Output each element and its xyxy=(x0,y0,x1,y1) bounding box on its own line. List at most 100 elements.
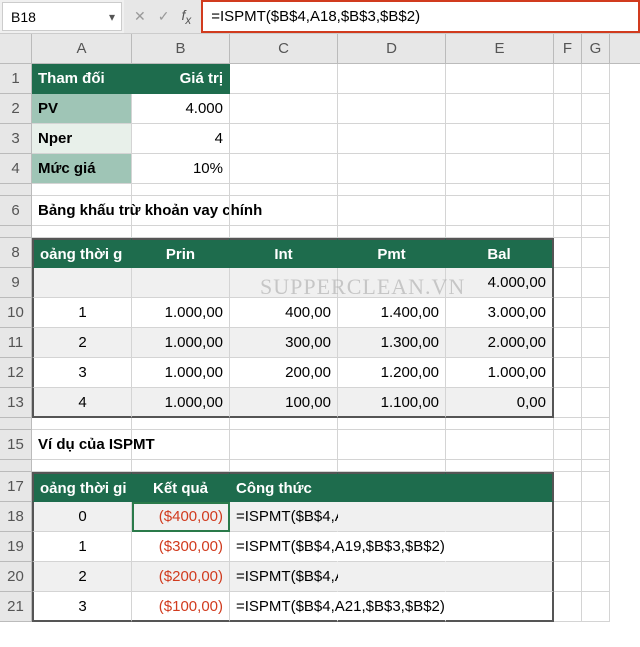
cell[interactable] xyxy=(230,430,338,460)
cell[interactable]: 1.000,00 xyxy=(132,358,230,388)
cell[interactable] xyxy=(338,592,446,622)
cell[interactable] xyxy=(446,94,554,124)
cell[interactable] xyxy=(446,124,554,154)
cell[interactable]: Nper xyxy=(32,124,132,154)
row-header[interactable]: 15 xyxy=(0,430,32,460)
cell[interactable] xyxy=(446,502,554,532)
cell[interactable]: 200,00 xyxy=(230,358,338,388)
cell[interactable] xyxy=(338,154,446,184)
cell[interactable] xyxy=(132,184,230,196)
cell[interactable] xyxy=(446,184,554,196)
cell[interactable] xyxy=(132,430,230,460)
cell[interactable] xyxy=(338,184,446,196)
fx-icon[interactable]: fx xyxy=(181,7,191,27)
row-header[interactable]: 9 xyxy=(0,268,32,298)
cell[interactable] xyxy=(582,418,610,430)
cell[interactable] xyxy=(582,532,610,562)
row-header[interactable]: 1 xyxy=(0,64,32,94)
col-header-F[interactable]: F xyxy=(554,34,582,63)
cell[interactable]: 4 xyxy=(132,124,230,154)
cell[interactable] xyxy=(230,460,338,472)
cell[interactable] xyxy=(554,328,582,358)
name-box[interactable]: B18 xyxy=(2,2,122,31)
cell[interactable]: 1.000,00 xyxy=(446,358,554,388)
cancel-icon[interactable]: ✕ xyxy=(134,8,146,25)
cell[interactable] xyxy=(554,358,582,388)
cell[interactable] xyxy=(446,532,554,562)
cell[interactable]: 10% xyxy=(132,154,230,184)
cell[interactable] xyxy=(582,154,610,184)
cell[interactable] xyxy=(554,196,582,226)
cell[interactable]: 400,00 xyxy=(230,298,338,328)
cell[interactable] xyxy=(338,124,446,154)
cell[interactable]: 2 xyxy=(32,328,132,358)
cell[interactable]: 3 xyxy=(32,592,132,622)
cell[interactable] xyxy=(132,268,230,298)
cell[interactable] xyxy=(230,94,338,124)
cell[interactable] xyxy=(338,532,446,562)
section-title[interactable]: Bảng khấu trừ khoản vay chính xyxy=(32,196,132,226)
cell[interactable] xyxy=(554,562,582,592)
cell[interactable]: 3.000,00 xyxy=(446,298,554,328)
cell[interactable]: 1.000,00 xyxy=(132,388,230,418)
col-header-G[interactable]: G xyxy=(582,34,610,63)
cell[interactable]: Int xyxy=(230,238,338,268)
cell[interactable]: ($200,00) xyxy=(132,562,230,592)
row-header[interactable]: 18 xyxy=(0,502,32,532)
cell[interactable] xyxy=(338,94,446,124)
row-header[interactable]: 2 xyxy=(0,94,32,124)
cell[interactable]: =ISPMT($B$4,A21,$B$3,$B$2) xyxy=(230,592,338,622)
cell[interactable] xyxy=(554,94,582,124)
cell[interactable]: Pmt xyxy=(338,238,446,268)
cell[interactable]: 1.000,00 xyxy=(132,328,230,358)
cell[interactable] xyxy=(554,502,582,532)
cell[interactable] xyxy=(446,226,554,238)
row-header[interactable]: 4 xyxy=(0,154,32,184)
cell[interactable] xyxy=(230,184,338,196)
cell[interactable]: 0 xyxy=(32,502,132,532)
cell[interactable]: 4.000 xyxy=(132,94,230,124)
cell[interactable] xyxy=(230,154,338,184)
cell[interactable] xyxy=(554,592,582,622)
cell[interactable] xyxy=(32,460,132,472)
row-header[interactable] xyxy=(0,418,32,430)
cell[interactable] xyxy=(554,532,582,562)
cell[interactable] xyxy=(554,124,582,154)
row-header[interactable]: 19 xyxy=(0,532,32,562)
cell[interactable] xyxy=(446,64,554,94)
cell[interactable] xyxy=(230,196,338,226)
cell[interactable]: Mức giá xyxy=(32,154,132,184)
cell[interactable]: 1.000,00 xyxy=(132,298,230,328)
cell[interactable]: 1.400,00 xyxy=(338,298,446,328)
cell[interactable] xyxy=(582,298,610,328)
cell[interactable] xyxy=(582,592,610,622)
cell[interactable] xyxy=(338,64,446,94)
row-header[interactable]: 10 xyxy=(0,298,32,328)
cell[interactable] xyxy=(338,226,446,238)
cell[interactable]: 1.100,00 xyxy=(338,388,446,418)
cell[interactable]: Kết quả xyxy=(132,472,230,502)
cell[interactable] xyxy=(554,226,582,238)
cell[interactable] xyxy=(554,460,582,472)
cell[interactable]: PV xyxy=(32,94,132,124)
row-header[interactable]: 21 xyxy=(0,592,32,622)
cell[interactable] xyxy=(582,358,610,388)
cell[interactable] xyxy=(554,298,582,328)
row-header[interactable]: 11 xyxy=(0,328,32,358)
cell[interactable] xyxy=(338,268,446,298)
cell[interactable] xyxy=(582,268,610,298)
cell[interactable]: 100,00 xyxy=(230,388,338,418)
formula-input[interactable]: =ISPMT($B$4,A18,$B$3,$B$2) xyxy=(201,0,640,33)
cell[interactable] xyxy=(132,418,230,430)
row-header[interactable]: 12 xyxy=(0,358,32,388)
cell[interactable]: 1.200,00 xyxy=(338,358,446,388)
cell[interactable]: 1 xyxy=(32,298,132,328)
cell[interactable]: Công thức xyxy=(230,472,338,502)
cell[interactable]: Bal xyxy=(446,238,554,268)
cell[interactable]: 1.300,00 xyxy=(338,328,446,358)
cell[interactable] xyxy=(582,430,610,460)
cell[interactable] xyxy=(338,418,446,430)
row-header[interactable]: 6 xyxy=(0,196,32,226)
row-header[interactable]: 8 xyxy=(0,238,32,268)
cell[interactable] xyxy=(230,268,338,298)
